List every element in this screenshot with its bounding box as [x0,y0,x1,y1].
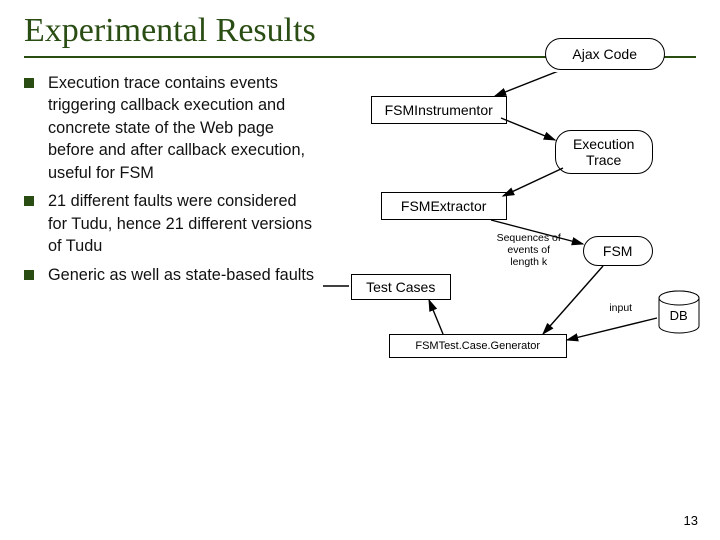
node-fsm: FSM [583,236,653,266]
label-input: input [601,302,641,314]
page-number: 13 [684,513,698,528]
bullet-text: Generic as well as state-based faults [48,264,314,286]
node-test-cases: Test Cases [351,274,451,300]
node-db: DB [657,290,701,334]
flow-diagram: Ajax Code FSMInstrumentor Execution Trac… [323,72,696,442]
node-execution-trace: Execution Trace [555,130,653,174]
db-label: DB [657,308,701,323]
bullet-icon [24,196,34,206]
bullet-text: 21 different faults were considered for … [48,190,319,257]
node-fsmextractor: FSMExtractor [381,192,507,220]
list-item: Execution trace contains events triggeri… [24,72,319,184]
node-ajax-code: Ajax Code [545,38,665,70]
bullet-text: Execution trace contains events triggeri… [48,72,319,184]
bullet-icon [24,78,34,88]
node-fsmtestcasegen: FSMTest.Case.Generator [389,334,567,358]
list-item: Generic as well as state-based faults [24,264,319,286]
list-item: 21 different faults were considered for … [24,190,319,257]
bullet-list: Execution trace contains events triggeri… [24,72,319,442]
label-sequences: Sequences of events of length k [493,232,565,268]
bullet-icon [24,270,34,280]
node-fsminstrumentor: FSMInstrumentor [371,96,507,124]
